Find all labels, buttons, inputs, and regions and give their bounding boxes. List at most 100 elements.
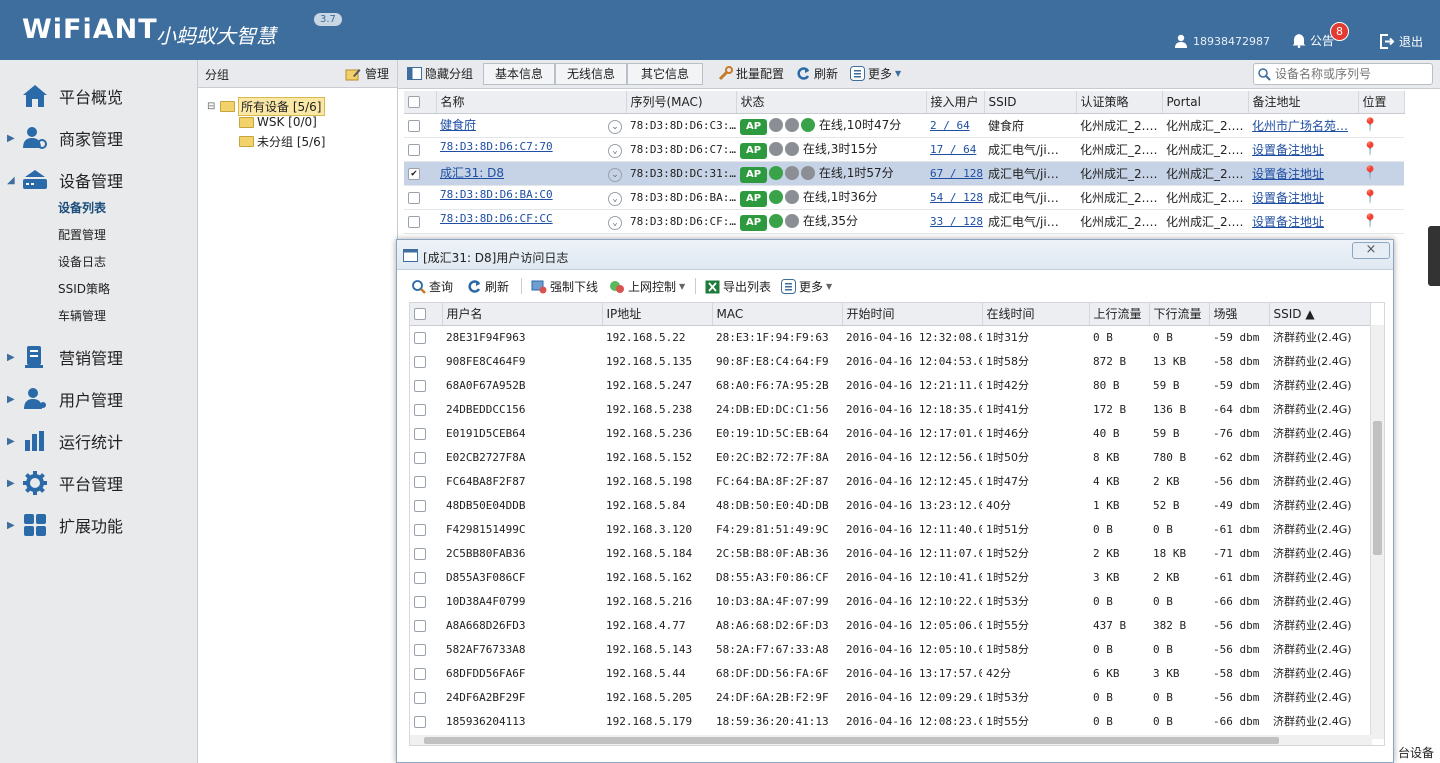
table-row[interactable]: 78:D3:8D:D6:CF:CC ⌄ 78:D3:8D:D6:CF:CC AP …: [404, 209, 1404, 234]
col-name[interactable]: 名称: [436, 91, 627, 114]
tab-wireless-info[interactable]: 无线信息: [555, 63, 627, 85]
hide-group-button[interactable]: 隐藏分组: [407, 65, 473, 82]
vertical-scroll-thumb[interactable]: [1373, 421, 1382, 555]
table-row[interactable]: 908FE8C464F9 192.168.5.135 90:8F:E8:C4:64:…: [410, 349, 1370, 373]
device-name-link[interactable]: 成汇31: D8: [440, 166, 504, 180]
note-link[interactable]: 设置备注地址: [1252, 215, 1324, 229]
row-checkbox[interactable]: [414, 691, 426, 704]
device-name-link[interactable]: 78:D3:8D:D6:CF:CC: [440, 212, 553, 225]
user-account[interactable]: 18938472987: [1174, 34, 1270, 48]
table-row[interactable]: 68DFDD56FA6F 192.168.5.44 68:DF:DD:56:FA:6…: [410, 661, 1370, 685]
row-checkbox[interactable]: [414, 643, 426, 656]
table-row[interactable]: 582AF76733A8 192.168.5.143 58:2A:F7:67:33:…: [410, 637, 1370, 661]
row-checkbox[interactable]: [414, 547, 426, 560]
dialog-titlebar[interactable]: [成汇31: D8]用户访问日志 ×: [397, 240, 1393, 270]
subnav-device-log[interactable]: 设备日志: [58, 253, 106, 270]
tree-root[interactable]: ⊟ 所有设备 [5/6]: [207, 97, 325, 116]
table-row[interactable]: A8A668D26FD3 192.168.4.77 A8:A6:68:D2:6F:D…: [410, 613, 1370, 637]
table-row[interactable]: 185936204113 192.168.5.179 18:59:36:20:41:…: [410, 709, 1370, 733]
col-auth[interactable]: 认证策略: [1076, 91, 1163, 114]
nav-statistics[interactable]: ▶ 运行统计: [0, 424, 198, 458]
note-link[interactable]: 化州市广场名苑…: [1252, 119, 1348, 133]
col-mac[interactable]: MAC: [712, 303, 843, 326]
nav-marketing[interactable]: ▶ 营销管理: [0, 340, 198, 374]
users-link[interactable]: 2 / 64: [930, 119, 970, 132]
table-row-selected[interactable]: ✔ 成汇31: D8 ⌄ 78:D3:8D:DC:31:D8 AP 在线,1时57…: [404, 161, 1404, 186]
group-manage-button[interactable]: 管理: [345, 65, 389, 82]
table-row[interactable]: 24DF6A2BF29F 192.168.5.205 24:DF:6A:2B:F2:…: [410, 685, 1370, 709]
note-link[interactable]: 设置备注地址: [1252, 167, 1324, 181]
row-dropdown-icon[interactable]: ⌄: [608, 120, 622, 134]
table-row[interactable]: 10D38A4F0799 192.168.5.216 10:D3:8A:4F:07:…: [410, 589, 1370, 613]
table-row[interactable]: 78:D3:8D:D6:BA:C0 ⌄ 78:D3:8D:D6:BA:C0 AP …: [404, 185, 1404, 210]
note-link[interactable]: 设置备注地址: [1252, 143, 1324, 157]
table-row[interactable]: E0191D5CEB64 192.168.5.236 E0:19:1D:5C:EB:…: [410, 421, 1370, 445]
col-online-time[interactable]: 在线时间: [982, 303, 1090, 326]
location-pin-icon[interactable]: 📍: [1362, 142, 1378, 157]
table-row[interactable]: 78:D3:8D:D6:C7:70 ⌄ 78:D3:8D:D6:C7:70 AP …: [404, 137, 1404, 162]
table-row[interactable]: 48DB50E04DDB 192.168.5.84 48:DB:50:E0:4D:D…: [410, 493, 1370, 517]
tree-item-wsk[interactable]: WSK [0/0]: [239, 115, 317, 129]
batch-config-button[interactable]: 批量配置: [718, 65, 784, 82]
nav-extensions[interactable]: ▶ 扩展功能: [0, 508, 198, 542]
tab-other-info[interactable]: 其它信息: [627, 63, 703, 85]
note-link[interactable]: 设置备注地址: [1252, 191, 1324, 205]
nav-user-management[interactable]: ▶ 用户管理: [0, 382, 198, 416]
row-checkbox[interactable]: [408, 119, 420, 132]
row-dropdown-icon[interactable]: ⌄: [608, 168, 622, 182]
col-ssid-sorted[interactable]: SSID ▲: [1269, 303, 1371, 326]
nav-platform-management[interactable]: ▶ 平台管理: [0, 466, 198, 500]
subnav-device-list[interactable]: 设备列表: [58, 199, 106, 216]
col-username[interactable]: 用户名: [442, 303, 603, 326]
row-dropdown-icon[interactable]: ⌄: [608, 144, 622, 158]
users-link[interactable]: 17 / 64: [930, 143, 976, 156]
users-link[interactable]: 54 / 128: [930, 191, 983, 204]
select-all-checkbox[interactable]: [408, 96, 420, 109]
query-button[interactable]: 查询: [412, 278, 453, 295]
location-pin-icon[interactable]: 📍: [1362, 214, 1378, 229]
row-checkbox[interactable]: [414, 499, 426, 512]
refresh-button[interactable]: 刷新: [796, 65, 838, 82]
tree-item-ungrouped[interactable]: 未分组 [5/6]: [239, 133, 326, 150]
location-pin-icon[interactable]: 📍: [1362, 190, 1378, 205]
row-checkbox[interactable]: [414, 355, 426, 368]
nav-device-management[interactable]: ◢ 设备管理: [0, 163, 198, 197]
net-control-button[interactable]: 上网控制 ▼: [609, 278, 685, 295]
device-name-link[interactable]: 健食府: [440, 118, 476, 132]
export-list-button[interactable]: 导出列表: [705, 278, 771, 295]
table-row[interactable]: E02CB2727F8A 192.168.5.152 E0:2C:B2:72:7F:…: [410, 445, 1370, 469]
table-row[interactable]: 68A0F67A952B 192.168.5.247 68:A0:F6:7A:95:…: [410, 373, 1370, 397]
col-ip[interactable]: IP地址: [602, 303, 713, 326]
row-checkbox[interactable]: [414, 715, 426, 728]
users-link[interactable]: 33 / 128: [930, 215, 983, 228]
horizontal-scroll-thumb[interactable]: [424, 737, 1279, 744]
nav-merchant[interactable]: ▶ 商家管理: [0, 121, 198, 155]
nav-platform-overview[interactable]: 平台概览: [0, 79, 198, 113]
row-checkbox[interactable]: [414, 379, 426, 392]
row-dropdown-icon[interactable]: ⌄: [608, 216, 622, 230]
col-portal[interactable]: Portal: [1162, 91, 1249, 114]
table-row[interactable]: D855A3F086CF 192.168.5.162 D8:55:A3:F0:86:…: [410, 565, 1370, 589]
more-menu-button[interactable]: 更多 ▼: [850, 65, 901, 82]
dialog-refresh-button[interactable]: 刷新: [467, 278, 509, 295]
row-checkbox[interactable]: [408, 215, 420, 228]
table-row[interactable]: 28E31F94F963 192.168.5.22 28:E3:1F:94:F9:6…: [410, 325, 1370, 349]
dialog-more-button[interactable]: 更多 ▼: [781, 278, 832, 295]
force-offline-button[interactable]: 强制下线: [531, 278, 598, 295]
log-table-container[interactable]: 用户名 IP地址 MAC 开始时间 在线时间 上行流量 下行流量 场强 SSID…: [409, 302, 1385, 746]
log-select-all-checkbox[interactable]: [414, 308, 426, 321]
device-name-link[interactable]: 78:D3:8D:D6:BA:C0: [440, 188, 553, 201]
table-row[interactable]: 2C5BB80FAB36 192.168.5.184 2C:5B:B8:0F:AB:…: [410, 541, 1370, 565]
table-row[interactable]: FC64BA8F2F87 192.168.5.198 FC:64:BA:8F:2F:…: [410, 469, 1370, 493]
device-search-input[interactable]: [1275, 67, 1425, 81]
select-all-cell[interactable]: [404, 91, 437, 114]
device-name-link[interactable]: 78:D3:8D:D6:C7:70: [440, 140, 553, 153]
subnav-config-management[interactable]: 配置管理: [58, 226, 106, 243]
row-checkbox[interactable]: [414, 595, 426, 608]
row-checkbox[interactable]: [408, 143, 420, 156]
col-download[interactable]: 下行流量: [1149, 303, 1210, 326]
row-checkbox-checked[interactable]: ✔: [408, 167, 420, 180]
col-users[interactable]: 接入用户: [926, 91, 985, 114]
row-checkbox[interactable]: [414, 667, 426, 680]
row-checkbox[interactable]: [408, 191, 420, 204]
